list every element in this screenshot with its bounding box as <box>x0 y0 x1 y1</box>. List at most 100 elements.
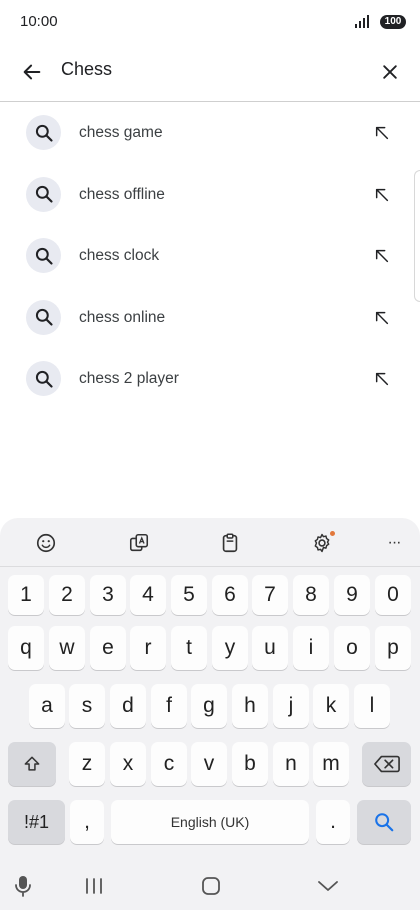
voice-input-button[interactable] <box>8 872 38 900</box>
suggestion-chess-offline[interactable]: chess offline <box>0 164 420 226</box>
recent-apps-button[interactable] <box>79 872 109 900</box>
microphone-icon <box>15 876 31 897</box>
key-1[interactable]: 1 <box>8 575 44 615</box>
key-2[interactable]: 2 <box>49 575 85 615</box>
key-3[interactable]: 3 <box>90 575 126 615</box>
back-button[interactable] <box>14 54 50 90</box>
hide-keyboard-button[interactable] <box>313 872 343 900</box>
key-c[interactable]: c <box>151 742 187 786</box>
translate-icon <box>129 533 149 552</box>
suggestion-label: chess clock <box>79 247 160 264</box>
comma-key[interactable]: , <box>70 800 104 844</box>
key-b[interactable]: b <box>232 742 268 786</box>
gear-icon <box>314 533 330 553</box>
emoji-icon <box>36 533 56 553</box>
key-0[interactable]: 0 <box>375 575 411 615</box>
arrow-left-icon <box>23 64 41 80</box>
key-j[interactable]: j <box>273 684 309 728</box>
emoji-button[interactable] <box>29 526 63 560</box>
search-icon <box>26 176 61 212</box>
fill-query-arrow-icon[interactable] <box>370 121 394 145</box>
recent-apps-icon <box>86 878 102 894</box>
key-d[interactable]: d <box>110 684 146 728</box>
signal-icon <box>354 15 370 34</box>
key-8[interactable]: 8 <box>293 575 329 615</box>
search-bar: Chess <box>0 44 420 102</box>
key-6[interactable]: 6 <box>212 575 248 615</box>
space-key[interactable]: English (UK) <box>111 800 309 844</box>
key-4[interactable]: 4 <box>130 575 166 615</box>
status-bar: 10:00 100 <box>0 0 420 44</box>
key-a[interactable]: a <box>29 684 65 728</box>
suggestion-label: chess game <box>79 124 163 141</box>
key-x[interactable]: x <box>110 742 146 786</box>
shift-key[interactable] <box>8 742 56 786</box>
fill-query-arrow-icon[interactable] <box>370 306 394 330</box>
key-o[interactable]: o <box>334 626 370 670</box>
keyboard-toolbar: ··· <box>0 518 420 566</box>
key-s[interactable]: s <box>69 684 105 728</box>
key-p[interactable]: p <box>375 626 411 670</box>
clear-search-button[interactable] <box>372 54 408 90</box>
search-icon <box>26 238 61 273</box>
key-z[interactable]: z <box>69 742 105 786</box>
suggestion-label: chess online <box>79 308 166 326</box>
battery-icon: 100 <box>380 15 406 29</box>
fill-query-arrow-icon[interactable] <box>370 367 394 391</box>
notification-dot <box>330 531 335 536</box>
translate-button[interactable] <box>122 526 156 560</box>
close-icon <box>383 65 397 79</box>
key-f[interactable]: f <box>151 684 187 728</box>
scrollbar[interactable] <box>414 170 420 302</box>
search-icon <box>26 115 61 150</box>
suggestion-list: chess game chess offline chess clock che… <box>0 102 420 410</box>
fill-query-arrow-icon[interactable] <box>370 183 394 207</box>
clipboard-icon <box>222 533 238 553</box>
home-icon <box>202 877 220 895</box>
key-n[interactable]: n <box>273 742 309 786</box>
key-y[interactable]: y <box>212 626 248 670</box>
search-input[interactable]: Chess <box>61 59 112 80</box>
shift-icon <box>24 756 40 771</box>
key-i[interactable]: i <box>293 626 329 670</box>
search-icon <box>26 361 61 396</box>
search-icon <box>26 299 61 335</box>
symbols-key[interactable]: !#1 <box>8 800 65 844</box>
more-options-button[interactable]: ··· <box>377 526 411 560</box>
key-7[interactable]: 7 <box>252 575 288 615</box>
key-m[interactable]: m <box>313 742 349 786</box>
backspace-icon <box>373 755 400 773</box>
key-r[interactable]: r <box>130 626 166 670</box>
key-q[interactable]: q <box>8 626 44 670</box>
key-9[interactable]: 9 <box>334 575 370 615</box>
search-key[interactable] <box>357 800 411 844</box>
suggestion-chess-2-player[interactable]: chess 2 player <box>0 348 420 410</box>
key-e[interactable]: e <box>90 626 126 670</box>
toolbar-divider <box>0 566 420 567</box>
keyboard: ··· 1 2 3 4 5 6 7 8 9 0 q w e r t y u i … <box>0 518 420 910</box>
suggestion-label: chess offline <box>79 185 165 203</box>
fill-query-arrow-icon[interactable] <box>370 244 394 268</box>
navigation-bar <box>0 862 420 910</box>
key-v[interactable]: v <box>191 742 227 786</box>
key-k[interactable]: k <box>313 684 349 728</box>
key-5[interactable]: 5 <box>171 575 207 615</box>
home-button[interactable] <box>196 872 226 900</box>
key-w[interactable]: w <box>49 626 85 670</box>
key-h[interactable]: h <box>232 684 268 728</box>
suggestion-chess-game[interactable]: chess game <box>0 102 420 164</box>
key-u[interactable]: u <box>252 626 288 670</box>
key-l[interactable]: l <box>354 684 390 728</box>
search-icon <box>375 813 394 832</box>
key-t[interactable]: t <box>171 626 207 670</box>
suggestion-chess-online[interactable]: chess online <box>0 287 420 349</box>
suggestion-label: chess 2 player <box>79 370 179 387</box>
status-time: 10:00 <box>20 13 58 30</box>
suggestion-chess-clock[interactable]: chess clock <box>0 225 420 287</box>
clipboard-button[interactable] <box>213 526 247 560</box>
period-key[interactable]: . <box>316 800 350 844</box>
chevron-down-icon <box>318 881 338 891</box>
keyboard-settings-button[interactable] <box>305 526 339 560</box>
key-g[interactable]: g <box>191 684 227 728</box>
backspace-key[interactable] <box>362 742 411 786</box>
